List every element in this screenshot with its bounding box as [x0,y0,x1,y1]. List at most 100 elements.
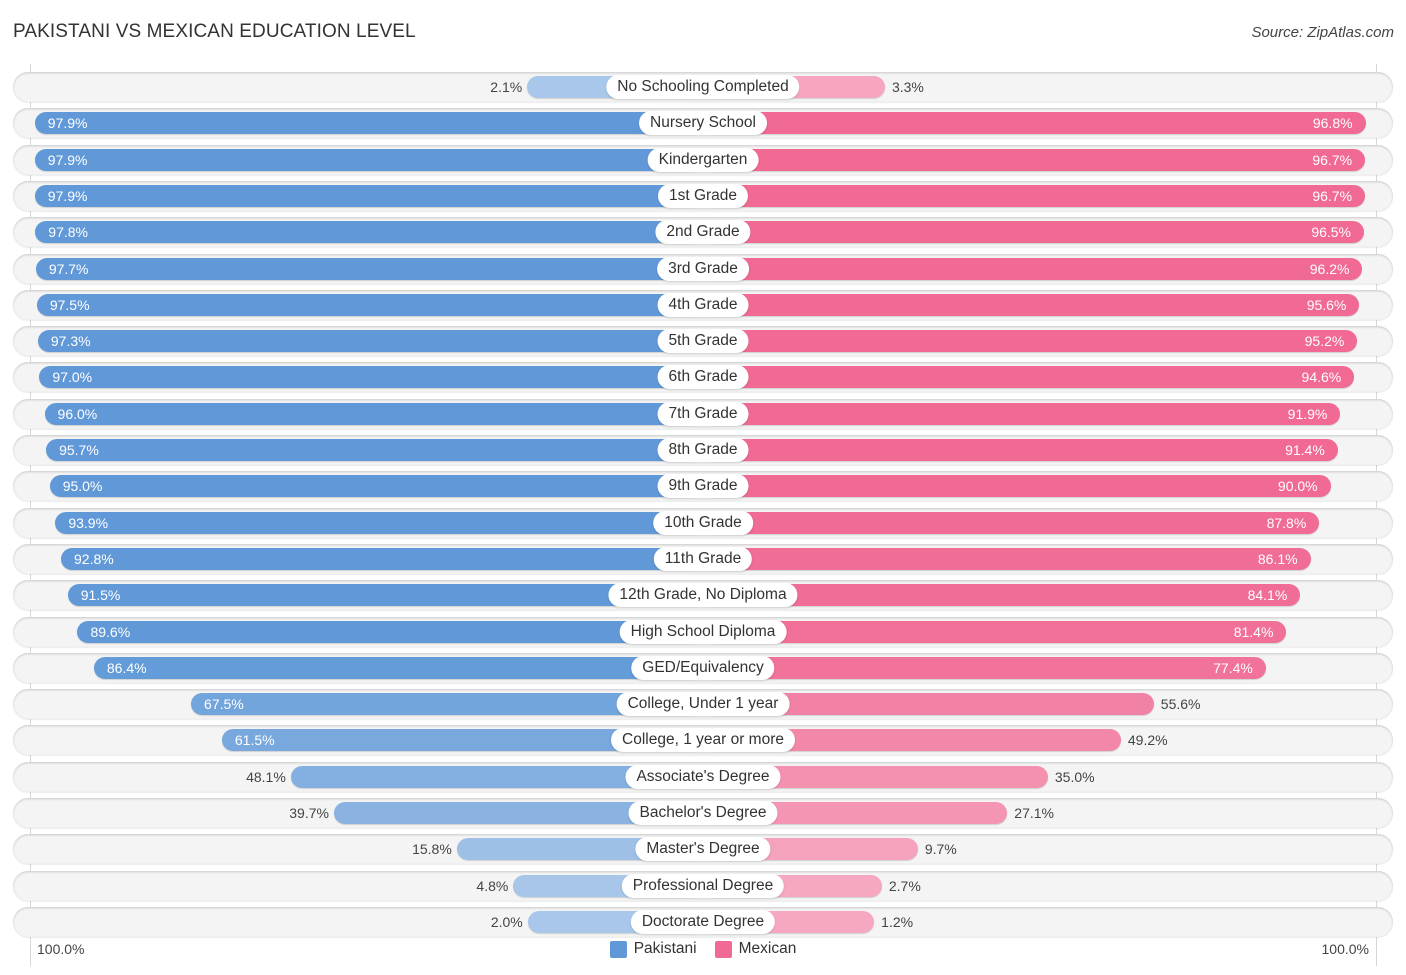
chart-rows: 2.1% 3.3% No Schooling Completed 97.9% 96.8%… [0,0,1406,975]
bar-pakistani[interactable] [49,475,703,498]
value-label-pakistani: 89.6% [90,623,131,640]
category-label: 10th Grade [653,510,753,535]
bar-mexican[interactable] [703,112,1366,135]
category-label: College, 1 year or more [611,728,795,753]
legend-swatch-pakistani [609,940,627,958]
value-label-pakistani: 48.1% [246,768,286,785]
legend-label-pakistani: Pakistani [633,940,697,957]
bar-pakistani[interactable] [35,257,703,280]
value-label-mexican: 96.5% [1311,224,1352,241]
bar-pakistani[interactable] [34,148,703,171]
value-label-pakistani: 95.0% [62,478,103,495]
value-label-mexican: 81.4% [1233,623,1274,640]
category-label: 1st Grade [657,183,749,208]
bar-pakistani[interactable] [36,293,703,316]
value-label-mexican: 90.0% [1277,478,1318,495]
bar-pakistani[interactable] [39,366,703,389]
value-label-mexican: 9.7% [924,841,957,858]
value-label-pakistani: 95.7% [59,442,99,458]
value-label-mexican: 96.8% [1312,115,1353,132]
category-label: High School Diploma [619,619,787,644]
value-label-mexican: 91.4% [1285,442,1325,458]
category-label: 8th Grade [657,438,749,462]
value-label-pakistani: 97.5% [49,296,90,313]
value-label-mexican: 87.8% [1266,514,1307,531]
bar-pakistani[interactable] [44,402,703,425]
legend-item-pakistani[interactable]: Pakistani [609,940,697,958]
value-label-mexican: 1.2% [881,913,914,930]
value-label-mexican: 84.1% [1247,587,1288,604]
category-label: 6th Grade [657,365,749,390]
bar-mexican[interactable] [703,656,1266,679]
bar-pakistani[interactable] [34,112,703,135]
value-label-mexican: 91.9% [1287,405,1328,422]
value-label-mexican: 94.6% [1301,369,1342,386]
bar-mexican[interactable] [703,475,1331,498]
bar-pakistani[interactable] [61,547,703,570]
value-label-mexican: 27.1% [1014,805,1054,821]
bar-pakistani[interactable] [37,330,703,353]
bar-pakistani[interactable] [35,221,703,244]
value-label-mexican: 86.1% [1257,550,1298,567]
value-label-pakistani: 97.9% [47,151,88,168]
value-label-pakistani: 4.8% [476,877,509,894]
category-label: Associate's Degree [625,764,781,789]
category-label: No Schooling Completed [606,75,800,99]
value-label-mexican: 95.2% [1304,333,1345,350]
value-label-pakistani: 97.3% [50,333,91,350]
category-label: Doctorate Degree [630,909,776,934]
bar-pakistani[interactable] [55,511,703,534]
category-label: 3rd Grade [657,256,749,281]
bar-mexican[interactable] [703,148,1366,171]
legend-item-mexican[interactable]: Mexican [714,940,797,958]
bar-pakistani[interactable] [34,184,703,207]
category-label: Kindergarten [647,147,759,172]
bar-mexican[interactable] [703,439,1338,461]
category-label: Nursery School [639,111,767,136]
value-label-pakistani: 2.0% [490,913,523,930]
bar-mexican[interactable] [703,366,1355,389]
value-label-pakistani: 39.7% [289,805,329,821]
value-label-pakistani: 67.5% [204,696,244,713]
category-label: GED/Equivalency [631,655,775,680]
value-label-mexican: 49.2% [1127,732,1168,749]
category-label: 9th Grade [657,474,749,499]
category-label: Master's Degree [635,837,771,862]
value-label-pakistani: 97.9% [47,187,88,204]
value-label-pakistani: 15.8% [412,841,452,858]
value-label-mexican: 55.6% [1160,696,1201,713]
bar-pakistani[interactable] [77,620,703,643]
legend-swatch-mexican [714,940,732,958]
bar-pakistani[interactable] [93,656,703,679]
value-label-pakistani: 97.8% [48,224,88,241]
bar-mexican[interactable] [703,547,1311,570]
legend: Pakistani Mexican [0,940,1406,958]
category-label: Bachelor's Degree [628,801,778,825]
bar-mexican[interactable] [703,221,1364,244]
value-label-mexican: 96.7% [1312,151,1353,168]
value-label-mexican: 3.3% [891,79,924,95]
value-label-mexican: 96.7% [1312,187,1353,204]
value-label-pakistani: 96.0% [57,405,98,422]
value-label-pakistani: 92.8% [74,550,114,567]
bar-pakistani[interactable] [46,439,703,461]
value-label-pakistani: 86.4% [106,659,147,676]
bar-mexican[interactable] [703,293,1360,316]
value-label-pakistani: 97.7% [48,260,89,277]
category-label: 11th Grade [653,546,753,571]
legend-label-mexican: Mexican [738,940,797,957]
value-label-pakistani: 2.1% [490,79,523,95]
value-label-mexican: 95.6% [1306,296,1347,313]
bar-mexican[interactable] [703,184,1366,207]
bar-mexican[interactable] [703,402,1341,425]
bar-mexican[interactable] [703,257,1363,280]
category-label: Professional Degree [621,873,785,898]
bar-mexican[interactable] [703,330,1358,353]
bar-mexican[interactable] [703,620,1287,643]
category-label: 2nd Grade [655,220,751,245]
bar-mexican[interactable] [703,511,1320,534]
value-label-pakistani: 91.5% [80,587,121,604]
value-label-mexican: 2.7% [888,877,921,894]
category-label: 5th Grade [657,329,749,354]
value-label-pakistani: 61.5% [234,732,275,749]
